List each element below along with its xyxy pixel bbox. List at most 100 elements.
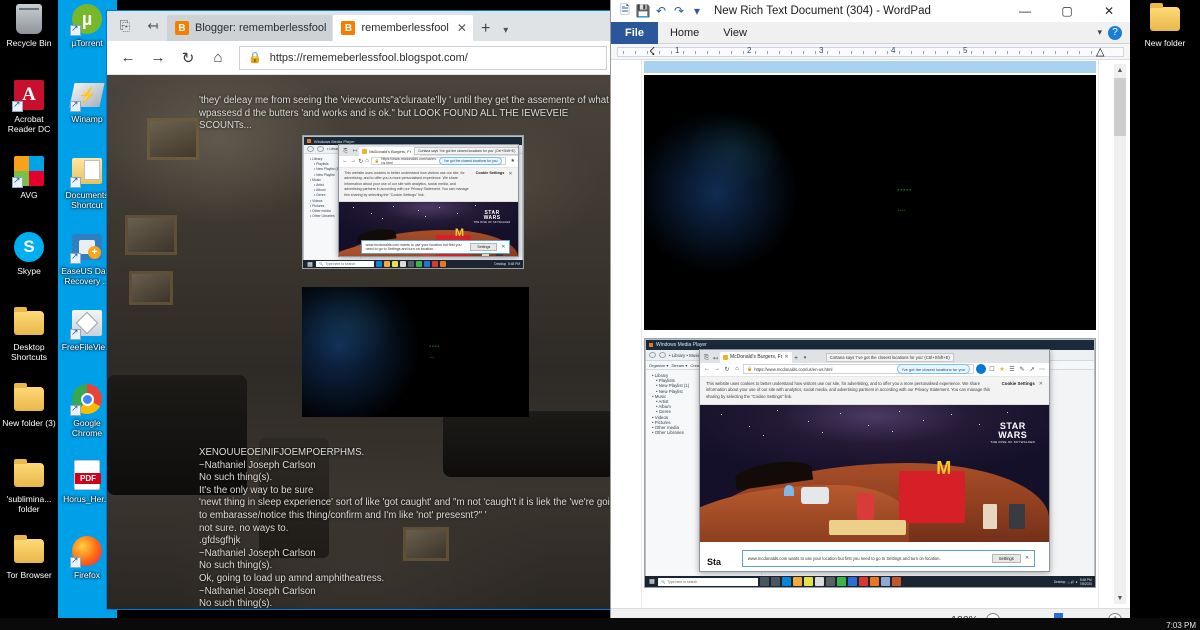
start-icon: ▦	[648, 578, 656, 586]
easeus-icon: +	[70, 230, 104, 264]
nested-edge-window: ⎘ ↤ McDonald's Burgers, Fr ✕ + Cortana s…	[338, 144, 518, 258]
address-bar[interactable]: 🔒 https://rememeberlessfool.blogspot.com…	[239, 46, 607, 70]
close-button[interactable]: ✕	[1088, 0, 1130, 22]
favorite-star-icon: ★	[998, 366, 1006, 373]
chevron-down-icon[interactable]: ▾	[1091, 27, 1108, 38]
edge-tab-rememberlessfool[interactable]: B rememberlessfool ✕	[333, 15, 472, 41]
right-indent-marker[interactable]: △	[1096, 45, 1104, 57]
blog-embedded-screenshot-1[interactable]: Windows Media Player • Library • Music •…	[302, 135, 524, 269]
wordpad-ribbon-tabs[interactable]: File Home View ▾ ?	[611, 22, 1130, 44]
app-taskbar-icon	[826, 577, 835, 586]
more-icon: ⋯	[517, 158, 519, 164]
folder-icon	[1148, 2, 1182, 36]
redo-icon[interactable]: ↷	[670, 2, 688, 20]
wordpad-title-bar[interactable]: 🗎 💾 ↶ ↷ ▾ New Rich Text Document (304) -…	[611, 0, 1130, 22]
ruler-tick	[827, 51, 828, 54]
scroll-down-icon[interactable]: ▼	[1114, 592, 1126, 604]
desktop-icon-desktop-shortcuts[interactable]: Desktop Shortcuts	[0, 304, 58, 380]
skype-icon: S	[12, 230, 46, 264]
customize-quick-access-icon[interactable]: ▾	[688, 2, 706, 20]
ruler-tick	[863, 51, 864, 54]
artwork-frame	[125, 215, 177, 255]
system-clock[interactable]: 7:03 PM	[1166, 621, 1196, 630]
nested-taskbar: ▦ 🔍 Type here to search	[645, 576, 1095, 587]
wordpad-taskbar-icon	[870, 577, 879, 586]
system-taskbar[interactable]: 7:03 PM	[0, 618, 1200, 630]
close-tab-icon[interactable]: ✕	[457, 21, 467, 35]
forward-icon[interactable]: →	[143, 44, 173, 72]
back-icon[interactable]: ←	[113, 44, 143, 72]
scroll-up-icon[interactable]: ▲	[1114, 64, 1126, 76]
edge-navigation-bar[interactable]: ← → ↻ ⌂ 🔒 https://rememeberlessfool.blog…	[107, 41, 613, 75]
wordpad-embedded-dark-image[interactable]: ▪▪▪▪▪ ▪▪▪▪	[644, 75, 1096, 330]
wordpad-page-sheet[interactable]: ▪▪▪▪▪ ▪▪▪▪ Windows Media Player	[641, 60, 1099, 608]
help-icon[interactable]: ?	[1108, 26, 1122, 40]
wordpad-scrollbar[interactable]: ▲ ▼	[1114, 64, 1126, 604]
maximize-button[interactable]: ▢	[1046, 0, 1088, 22]
shortcut-overlay-icon	[12, 101, 23, 112]
happy-meal-box	[899, 471, 965, 523]
tab-home[interactable]: Home	[658, 22, 711, 44]
wordpad-embedded-screenshot[interactable]: Windows Media Player • Library • Music •…	[644, 338, 1096, 588]
ruler-tick	[695, 51, 696, 54]
blog-embedded-dark-image[interactable]: ▪▪▪▪ ▪▪▪	[302, 287, 529, 417]
edge-taskbar-icon	[782, 577, 791, 586]
wordpad-document-area[interactable]: ▪▪▪▪▪ ▪▪▪▪ Windows Media Player	[611, 60, 1130, 608]
desktop-icon-new-folder-3[interactable]: New folder (3)	[0, 380, 58, 456]
app-taskbar-icon	[424, 261, 430, 267]
desktop-icon-label: New folder (3)	[0, 418, 58, 428]
desktop-icon-tor-browser[interactable]: Tor Browser	[0, 532, 58, 608]
desktop-icon-recycle-bin[interactable]: Recycle Bin	[0, 0, 58, 76]
lock-icon: 🔒	[248, 51, 262, 64]
scrollbar-thumb[interactable]	[1114, 78, 1126, 136]
wordpad-window[interactable]: 🗎 💾 ↶ ↷ ▾ New Rich Text Document (304) -…	[610, 0, 1130, 630]
ruler-tick	[1091, 51, 1092, 54]
tab-file[interactable]: File	[611, 22, 658, 44]
cortana-location-pill: I've got the closest locations for you	[439, 157, 503, 165]
blog-line: No such thing(s).	[199, 472, 611, 485]
pdf-icon: PDF	[70, 458, 104, 492]
edge-tab-bar[interactable]: ⎘ ↤ B Blogger: rememberlessfool B rememb…	[107, 11, 613, 41]
first-line-indent-marker[interactable]: ☇	[649, 45, 657, 57]
ruler-tick	[659, 51, 660, 54]
edge-page-content[interactable]: 'they' deleay me from seeing the 'viewco…	[107, 75, 613, 609]
undo-icon[interactable]: ↶	[652, 2, 670, 20]
desktop-icon-skype[interactable]: SSkype	[0, 228, 58, 304]
save-icon[interactable]: 💾	[634, 2, 652, 20]
app-taskbar-icon	[416, 261, 422, 267]
location-prompt-text: www.mcdonalds.com wants to use your loca…	[366, 243, 467, 251]
tabs-you-set-aside-icon[interactable]: ↤	[139, 13, 167, 39]
desktop-icon-new-folder[interactable]: New folder	[1136, 0, 1194, 76]
desktop-icon-avg[interactable]: AVG	[0, 152, 58, 228]
home-icon[interactable]: ⌂	[203, 44, 233, 72]
desktop-icon-acrobat-reader-dc[interactable]: AAcrobat Reader DC	[0, 76, 58, 152]
edge-tab-blogger[interactable]: B Blogger: rememberlessfool	[167, 15, 332, 41]
chevron-down-icon[interactable]: ▾	[497, 25, 514, 36]
ruler-number: 5	[963, 46, 967, 55]
hero-headline: Sta	[707, 557, 721, 567]
ruler-tick	[935, 51, 936, 54]
ruler-tick	[983, 51, 984, 54]
start-icon: ▦	[306, 260, 314, 268]
recycle-bin-icon	[12, 2, 46, 36]
set-tabs-aside-icon[interactable]: ⎘	[111, 13, 139, 39]
explorer-taskbar-icon	[793, 577, 802, 586]
wordpad-selected-line[interactable]	[644, 61, 1096, 73]
minimize-button[interactable]: —	[1004, 0, 1046, 22]
mcdonalds-favicon	[362, 149, 367, 154]
nested-search-placeholder: Type here to search	[667, 580, 697, 584]
nested-capture-large: Windows Media Player • Library • Music •…	[645, 339, 1095, 587]
edge-browser-window[interactable]: ⎘ ↤ B Blogger: rememberlessfool B rememb…	[106, 10, 614, 610]
desktop-icon-label: Desktop Shortcuts	[0, 342, 58, 362]
nested-taskbar: ▦ 🔍 Type here to search	[303, 260, 523, 268]
refresh-icon[interactable]: ↻	[173, 44, 203, 72]
kylo-figure	[1009, 504, 1025, 529]
app-taskbar-icon	[400, 261, 406, 267]
back-icon	[307, 146, 314, 152]
desktop-icon-sublimina-folder[interactable]: 'sublimina... folder	[0, 456, 58, 532]
tab-view[interactable]: View	[711, 22, 759, 44]
dark-image-content: ▪▪▪▪ ▪▪▪	[302, 287, 529, 417]
new-tab-button[interactable]: +	[474, 20, 497, 38]
dark-image-glow-text-2: ▪▪▪	[429, 355, 434, 361]
wordpad-ruler[interactable]: ☇ △ 12345	[611, 44, 1130, 60]
